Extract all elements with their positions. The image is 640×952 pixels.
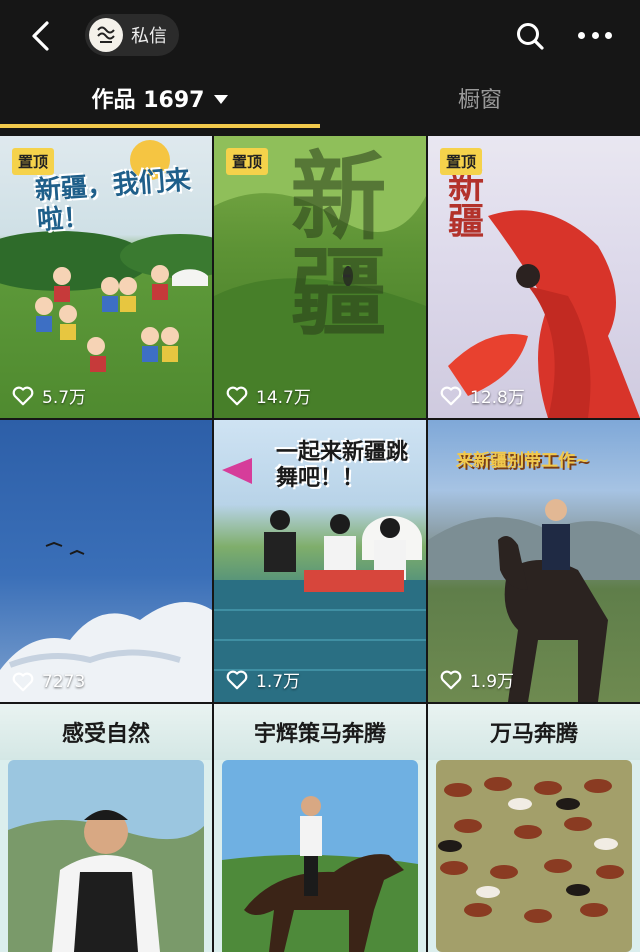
thumbnail-title: 新疆: [442, 166, 484, 238]
more-dot: [591, 32, 599, 39]
pinned-badge: 置顶: [12, 148, 55, 175]
like-count: 12.8万: [440, 383, 525, 408]
caret-down-icon: [214, 94, 229, 104]
like-count: 7273: [12, 672, 85, 692]
thumbnail-title: 新疆: [274, 146, 387, 338]
heart-icon: [12, 386, 34, 405]
message-label: 私信: [131, 26, 167, 47]
heart-icon: [440, 670, 462, 689]
heart-icon: [226, 670, 248, 689]
video-tile[interactable]: 感受自然: [0, 704, 212, 952]
tab-showcase[interactable]: 橱窗: [320, 72, 640, 124]
like-count-value: 7273: [42, 672, 86, 692]
active-tab-indicator: [0, 124, 320, 128]
like-count-value: 1.7万: [256, 672, 301, 692]
heart-icon: [12, 672, 34, 692]
brand-logo-icon: [90, 19, 122, 51]
video-tile[interactable]: 新疆 置顶 12.8万: [428, 136, 640, 418]
like-count-value: 12.8万: [470, 388, 525, 408]
more-button[interactable]: [578, 32, 612, 42]
back-button[interactable]: [26, 20, 56, 52]
video-tile[interactable]: 一起来新疆跳舞吧！！ 1.7万: [214, 420, 426, 702]
chevron-left-icon: [32, 21, 49, 51]
thumbnail-title: 新疆，我们来啦！: [34, 165, 192, 237]
thumbnail-image: [8, 760, 204, 952]
heart-icon: [440, 386, 462, 405]
video-tile[interactable]: 宇辉策马奔腾: [214, 704, 426, 952]
more-dot: [605, 32, 612, 39]
like-count-value: 14.7万: [256, 388, 311, 408]
video-tile[interactable]: 万马奔腾: [428, 704, 640, 952]
tab-showcase-label: 橱窗: [457, 88, 502, 113]
thumbnail-title: 感受自然: [0, 704, 212, 760]
thumbnail-title: 宇辉策马奔腾: [214, 704, 426, 760]
avatar: [89, 18, 123, 52]
pinned-badge: 置顶: [440, 148, 483, 175]
like-count-value: 1.9万: [470, 672, 515, 692]
heart-icon: [226, 386, 248, 405]
tab-works[interactable]: 作品 1697: [0, 72, 320, 124]
thumbnail-title: 来新疆别带工作~: [456, 451, 590, 471]
video-tile[interactable]: 来新疆别带工作~ 1.9万: [428, 420, 640, 702]
thumbnail-image: [436, 760, 632, 952]
message-chip[interactable]: 私信: [85, 14, 179, 56]
more-horizontal-icon: [578, 32, 585, 39]
video-grid: 新疆，我们来啦！ 置顶 5.7万 新疆 置顶 14.7万 新疆 置顶 12.8万…: [0, 136, 640, 952]
thumbnail-image: [0, 541, 212, 702]
like-count: 1.9万: [440, 667, 514, 692]
tab-works-label: 作品 1697: [91, 88, 205, 113]
like-count: 1.7万: [226, 667, 300, 692]
video-tile[interactable]: 7273: [0, 420, 212, 702]
video-tile[interactable]: 新疆 置顶 14.7万: [214, 136, 426, 418]
pinned-badge: 置顶: [226, 148, 269, 175]
like-count-value: 5.7万: [42, 388, 87, 408]
thumbnail-title: 一起来新疆跳舞吧！！: [276, 440, 409, 491]
profile-tabs: 作品 1697 橱窗: [0, 72, 640, 128]
video-tile[interactable]: 新疆，我们来啦！ 置顶 5.7万: [0, 136, 212, 418]
like-count: 14.7万: [226, 383, 311, 408]
like-count: 5.7万: [12, 383, 86, 408]
thumbnail-title: 万马奔腾: [428, 704, 640, 760]
thumbnail-image: [222, 760, 418, 952]
search-icon: [517, 23, 544, 50]
search-button[interactable]: [514, 20, 546, 52]
top-bar: 私信: [0, 0, 640, 72]
